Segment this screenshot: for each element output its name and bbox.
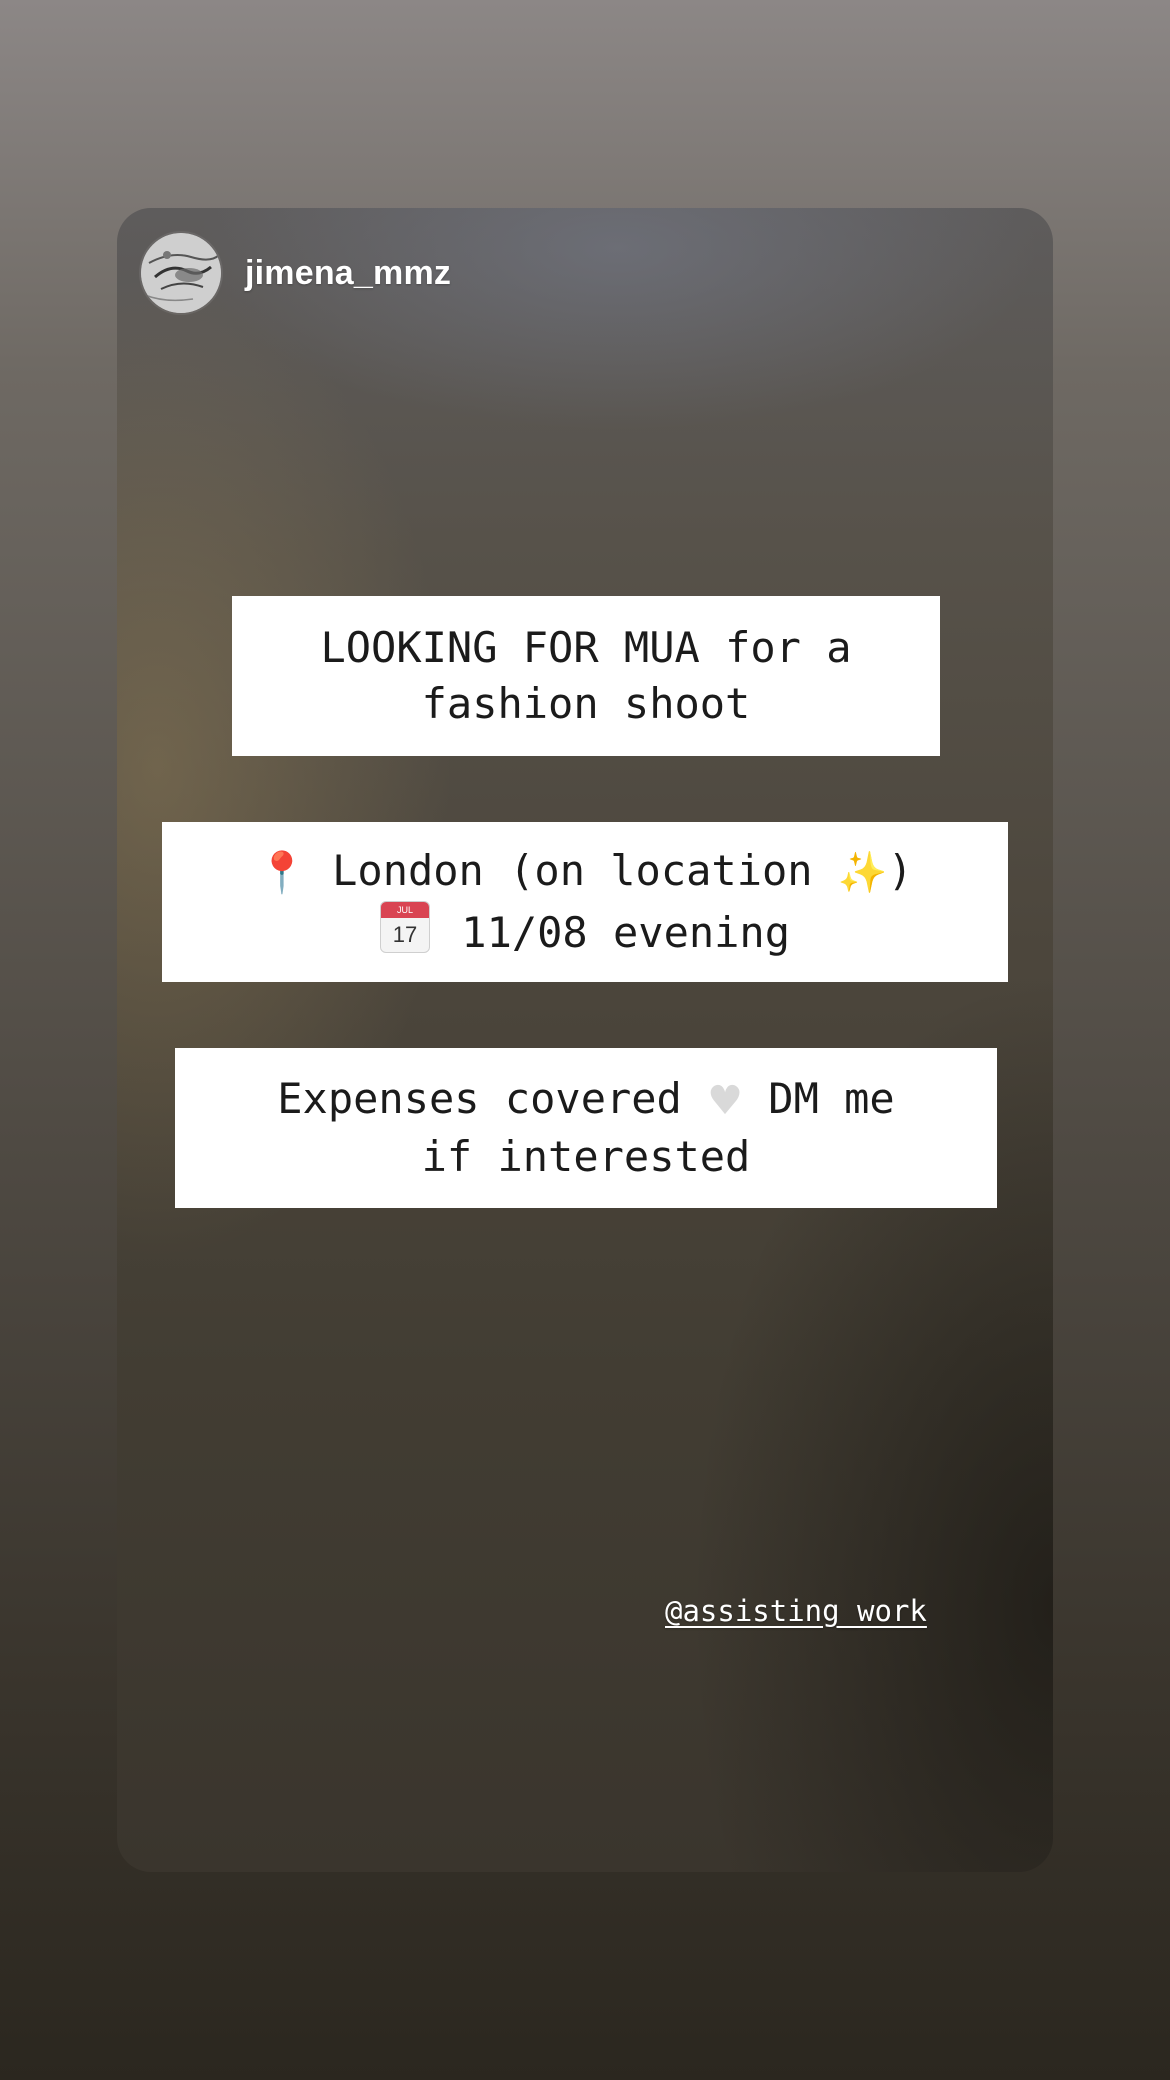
dm-text: DM me — [743, 1073, 895, 1123]
round-pushpin-icon: 📍 — [257, 850, 307, 897]
sticker-line-location: 📍 London (on location ✨) — [257, 843, 913, 902]
sticker-line: LOOKING FOR MUA for a — [320, 623, 852, 672]
avatar[interactable] — [141, 233, 221, 313]
sticker-line: if interested — [421, 1132, 751, 1182]
location-text-end: ) — [887, 845, 913, 895]
avatar-image — [141, 233, 221, 313]
date-text: 11/08 evening — [461, 908, 791, 958]
sparkles-icon: ✨ — [837, 850, 888, 897]
calendar-month: JUL — [380, 902, 429, 919]
text-sticker-location-date: 📍 London (on location ✨) JUL 17 11/08 ev… — [162, 822, 1008, 982]
story-card[interactable]: jimena_mmz LOOKING FOR MUA for a fashion… — [117, 208, 1053, 1872]
text-sticker-looking-for-mua: LOOKING FOR MUA for a fashion shoot — [232, 596, 940, 756]
location-text: London (on location — [332, 845, 838, 895]
sticker-line-date: JUL 17 11/08 evening — [379, 901, 791, 961]
story-header: jimena_mmz — [141, 232, 451, 314]
username[interactable]: jimena_mmz — [245, 254, 451, 293]
calendar-icon: JUL 17 — [379, 901, 430, 954]
calendar-day: 17 — [392, 922, 418, 948]
mention-link[interactable]: @assisting_work — [665, 1594, 927, 1628]
text-sticker-expenses: Expenses covered ♥ DM me if interested — [175, 1048, 997, 1208]
sticker-line: fashion shoot — [421, 679, 751, 728]
white-heart-icon: ♥ — [707, 1078, 743, 1125]
sticker-line-expenses: Expenses covered ♥ DM me — [277, 1071, 894, 1130]
expenses-text: Expenses covered — [277, 1073, 708, 1123]
